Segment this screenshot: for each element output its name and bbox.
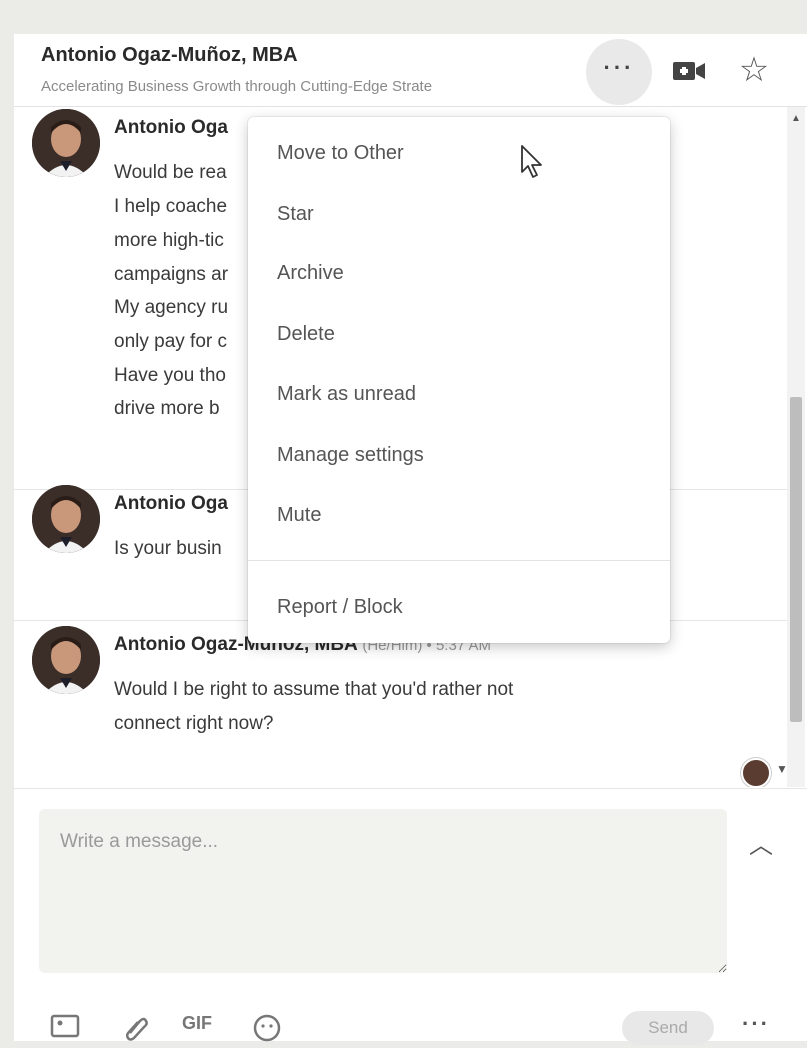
message-line: Is your busin — [114, 538, 222, 559]
message-line: Have you tho — [114, 365, 226, 386]
image-icon — [50, 1014, 80, 1038]
message-line: campaigns ar — [114, 264, 229, 285]
ellipsis-icon: ··· — [603, 55, 635, 80]
avatar[interactable] — [32, 626, 100, 694]
emoji-icon — [253, 1014, 281, 1042]
composer-more-button[interactable]: ··· — [742, 1011, 770, 1037]
message-line: I help coache — [114, 196, 228, 217]
video-camera-icon — [673, 62, 705, 80]
attach-file-button[interactable] — [122, 1013, 150, 1046]
scrollbar-thumb[interactable] — [790, 397, 802, 722]
conversation-options-menu: Move to Other Star Archive Delete Mark a… — [248, 117, 670, 643]
scroll-up-icon[interactable]: ▲ — [791, 113, 801, 124]
message-line: drive more b — [114, 398, 220, 419]
read-receipt-avatar — [741, 758, 771, 787]
message-item: Antonio Ogaz-Muñoz, MBA (He/Him) • 5:37 … — [14, 624, 787, 774]
attach-image-button[interactable] — [50, 1013, 80, 1044]
avatar[interactable] — [32, 485, 100, 553]
gif-icon: GIF — [182, 1013, 212, 1033]
message-line: more high-tic — [114, 230, 224, 251]
chevron-up-icon: ︿ — [749, 832, 773, 859]
sender-name[interactable]: Antonio Oga — [114, 117, 228, 139]
menu-item-mark-as-unread[interactable]: Mark as unread — [248, 365, 670, 423]
menu-divider — [248, 560, 670, 561]
menu-item-manage-settings[interactable]: Manage settings — [248, 426, 670, 484]
scrollbar[interactable]: ▲ — [787, 107, 805, 787]
emoji-button[interactable] — [252, 1013, 282, 1048]
star-icon: ☆ — [738, 51, 770, 89]
gif-button[interactable]: GIF — [182, 1013, 212, 1034]
menu-item-delete[interactable]: Delete — [248, 305, 670, 363]
conversation-header: Antonio Ogaz-Muñoz, MBA Accelerating Bus… — [14, 34, 807, 107]
conversation-title[interactable]: Antonio Ogaz-Muñoz, MBA — [41, 44, 298, 67]
menu-item-move-to-other[interactable]: Move to Other — [248, 124, 670, 182]
menu-item-report-block[interactable]: Report / Block — [248, 578, 670, 636]
message-line: Would I be right to assume that you'd ra… — [114, 679, 514, 700]
menu-item-star[interactable]: Star — [248, 185, 670, 243]
menu-item-mute[interactable]: Mute — [248, 486, 670, 544]
sender-name[interactable]: Antonio Oga — [114, 493, 228, 515]
conversation-headline: Accelerating Business Growth through Cut… — [41, 78, 433, 95]
message-line: only pay for c — [114, 331, 227, 352]
more-options-button[interactable]: ··· — [586, 39, 652, 105]
expand-composer-button[interactable]: ︿ — [744, 825, 778, 859]
ellipsis-icon: ··· — [742, 1011, 770, 1036]
message-line: Would be rea — [114, 162, 227, 183]
message-line: connect right now? — [114, 713, 274, 734]
menu-item-archive[interactable]: Archive — [248, 244, 670, 302]
message-input[interactable] — [39, 809, 727, 973]
composer: ︿ GIF Send ··· — [14, 788, 807, 1045]
message-line: My agency ru — [114, 297, 229, 318]
star-button[interactable]: ☆ — [732, 50, 776, 90]
mouse-pointer-icon — [521, 145, 542, 178]
paperclip-icon — [125, 1017, 148, 1041]
avatar[interactable] — [32, 109, 100, 177]
video-call-button[interactable] — [669, 54, 709, 88]
